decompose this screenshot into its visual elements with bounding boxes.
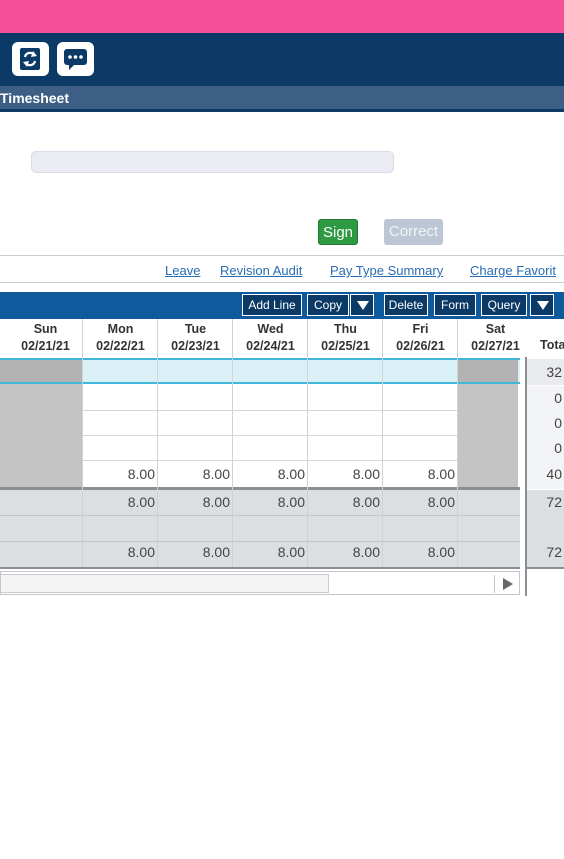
app-header-bar bbox=[0, 33, 564, 86]
form-button[interactable]: Form bbox=[434, 294, 476, 316]
add-line-button[interactable]: Add Line bbox=[242, 294, 302, 316]
grid-toolbar: Add Line Copy Delete Form Query bbox=[0, 292, 564, 319]
summary-tue-hours: 8.00 bbox=[202, 494, 230, 510]
cell-wed-hours[interactable]: 8.00 bbox=[233, 466, 305, 482]
date-header-mon: 02/22/21 bbox=[96, 339, 145, 353]
horizontal-scrollbar[interactable] bbox=[0, 571, 520, 595]
total-row-4: 0 bbox=[554, 440, 562, 456]
date-header-sun: 02/21/21 bbox=[21, 339, 70, 353]
pay-type-summary-link[interactable]: Pay Type Summary bbox=[330, 263, 443, 278]
sign-button[interactable]: Sign bbox=[318, 219, 358, 245]
charge-favorites-link[interactable]: Charge Favorit bbox=[470, 263, 556, 278]
saturday-column-shading bbox=[458, 384, 518, 488]
sunday-column-shading bbox=[0, 384, 82, 488]
day-header-sat: Sat bbox=[485, 322, 506, 336]
cell-tue-hours[interactable]: 8.00 bbox=[158, 466, 230, 482]
row-divider bbox=[0, 541, 520, 542]
scrollbar-thumb[interactable] bbox=[1, 574, 329, 593]
leave-link[interactable]: Leave bbox=[165, 263, 200, 278]
cell-mon-hours[interactable]: 8.00 bbox=[83, 466, 155, 482]
column-divider bbox=[457, 319, 458, 567]
summary-tue-hours: 8.00 bbox=[202, 544, 230, 560]
column-divider bbox=[307, 319, 308, 567]
date-header-wed: 02/24/21 bbox=[246, 339, 295, 353]
copy-button[interactable]: Copy bbox=[307, 294, 349, 316]
column-divider bbox=[382, 319, 383, 567]
day-header-thu: Thu bbox=[334, 322, 357, 336]
date-header-sat: 02/27/21 bbox=[471, 339, 520, 353]
column-divider bbox=[157, 319, 158, 567]
summary-mon-hours: 8.00 bbox=[127, 544, 155, 560]
row-divider bbox=[0, 515, 520, 516]
selected-row-sat-cell bbox=[458, 360, 518, 382]
grid-bottom-border bbox=[0, 567, 520, 569]
total-header: Tota bbox=[540, 338, 564, 352]
query-dropdown-button[interactable] bbox=[530, 294, 554, 316]
summary-fri-hours: 8.00 bbox=[427, 544, 455, 560]
chat-button[interactable] bbox=[57, 42, 94, 76]
links-row: Leave Revision Audit Pay Type Summary Ch… bbox=[0, 255, 564, 283]
date-header-tue: 02/23/21 bbox=[171, 339, 220, 353]
scroll-right-button[interactable] bbox=[494, 575, 518, 593]
summary-fri-hours: 8.00 bbox=[427, 494, 455, 510]
total-bottom-border bbox=[527, 567, 564, 569]
column-divider bbox=[82, 319, 83, 567]
refresh-button[interactable] bbox=[12, 42, 49, 76]
chevron-down-icon bbox=[357, 301, 369, 310]
total-summary-1: 72 bbox=[546, 494, 562, 510]
delete-button[interactable]: Delete bbox=[384, 294, 428, 316]
day-header-wed: Wed bbox=[257, 322, 284, 336]
total-row-3: 0 bbox=[554, 415, 562, 431]
summary-thu-hours: 8.00 bbox=[352, 494, 380, 510]
timesheet-grid: Sun 02/21/21 Mon 02/22/21 Tue 02/23/21 W… bbox=[0, 319, 527, 596]
row-divider bbox=[82, 460, 458, 461]
page-title: Timesheet bbox=[0, 90, 69, 106]
status-field bbox=[31, 151, 394, 173]
revision-audit-link[interactable]: Revision Audit bbox=[220, 263, 302, 278]
summary-wed-hours: 8.00 bbox=[277, 494, 305, 510]
chevron-down-icon bbox=[537, 301, 549, 310]
day-header-fri: Fri bbox=[412, 322, 429, 336]
title-bar: Timesheet bbox=[0, 86, 564, 112]
summary-mon-hours: 8.00 bbox=[127, 494, 155, 510]
chat-icon bbox=[64, 49, 87, 70]
selected-row-sun-cell bbox=[0, 360, 82, 382]
date-header-thu: 02/25/21 bbox=[321, 339, 370, 353]
date-header-fri: 02/26/21 bbox=[396, 339, 445, 353]
cell-thu-hours[interactable]: 8.00 bbox=[308, 466, 380, 482]
total-row-2: 0 bbox=[554, 390, 562, 406]
arrow-right-icon bbox=[503, 578, 513, 590]
copy-dropdown-button[interactable] bbox=[350, 294, 374, 316]
day-header-mon: Mon bbox=[107, 322, 134, 336]
column-divider bbox=[232, 319, 233, 567]
top-accent-bar bbox=[0, 0, 564, 33]
summary-thu-hours: 8.00 bbox=[352, 544, 380, 560]
grid-header: Sun 02/21/21 Mon 02/22/21 Tue 02/23/21 W… bbox=[0, 319, 527, 357]
correct-button[interactable]: Correct bbox=[384, 219, 443, 245]
total-row-5: 40 bbox=[546, 466, 562, 482]
summary-wed-hours: 8.00 bbox=[277, 544, 305, 560]
refresh-icon bbox=[20, 48, 40, 70]
row-divider bbox=[82, 435, 458, 436]
row-divider bbox=[82, 410, 458, 411]
total-summary-3: 72 bbox=[546, 544, 562, 560]
total-row-1: 32 bbox=[546, 364, 562, 380]
query-button[interactable]: Query bbox=[481, 294, 527, 316]
day-header-tue: Tue bbox=[184, 322, 207, 336]
cell-fri-hours[interactable]: 8.00 bbox=[383, 466, 455, 482]
summary-divider bbox=[0, 487, 520, 490]
day-header-sun: Sun bbox=[33, 322, 58, 336]
